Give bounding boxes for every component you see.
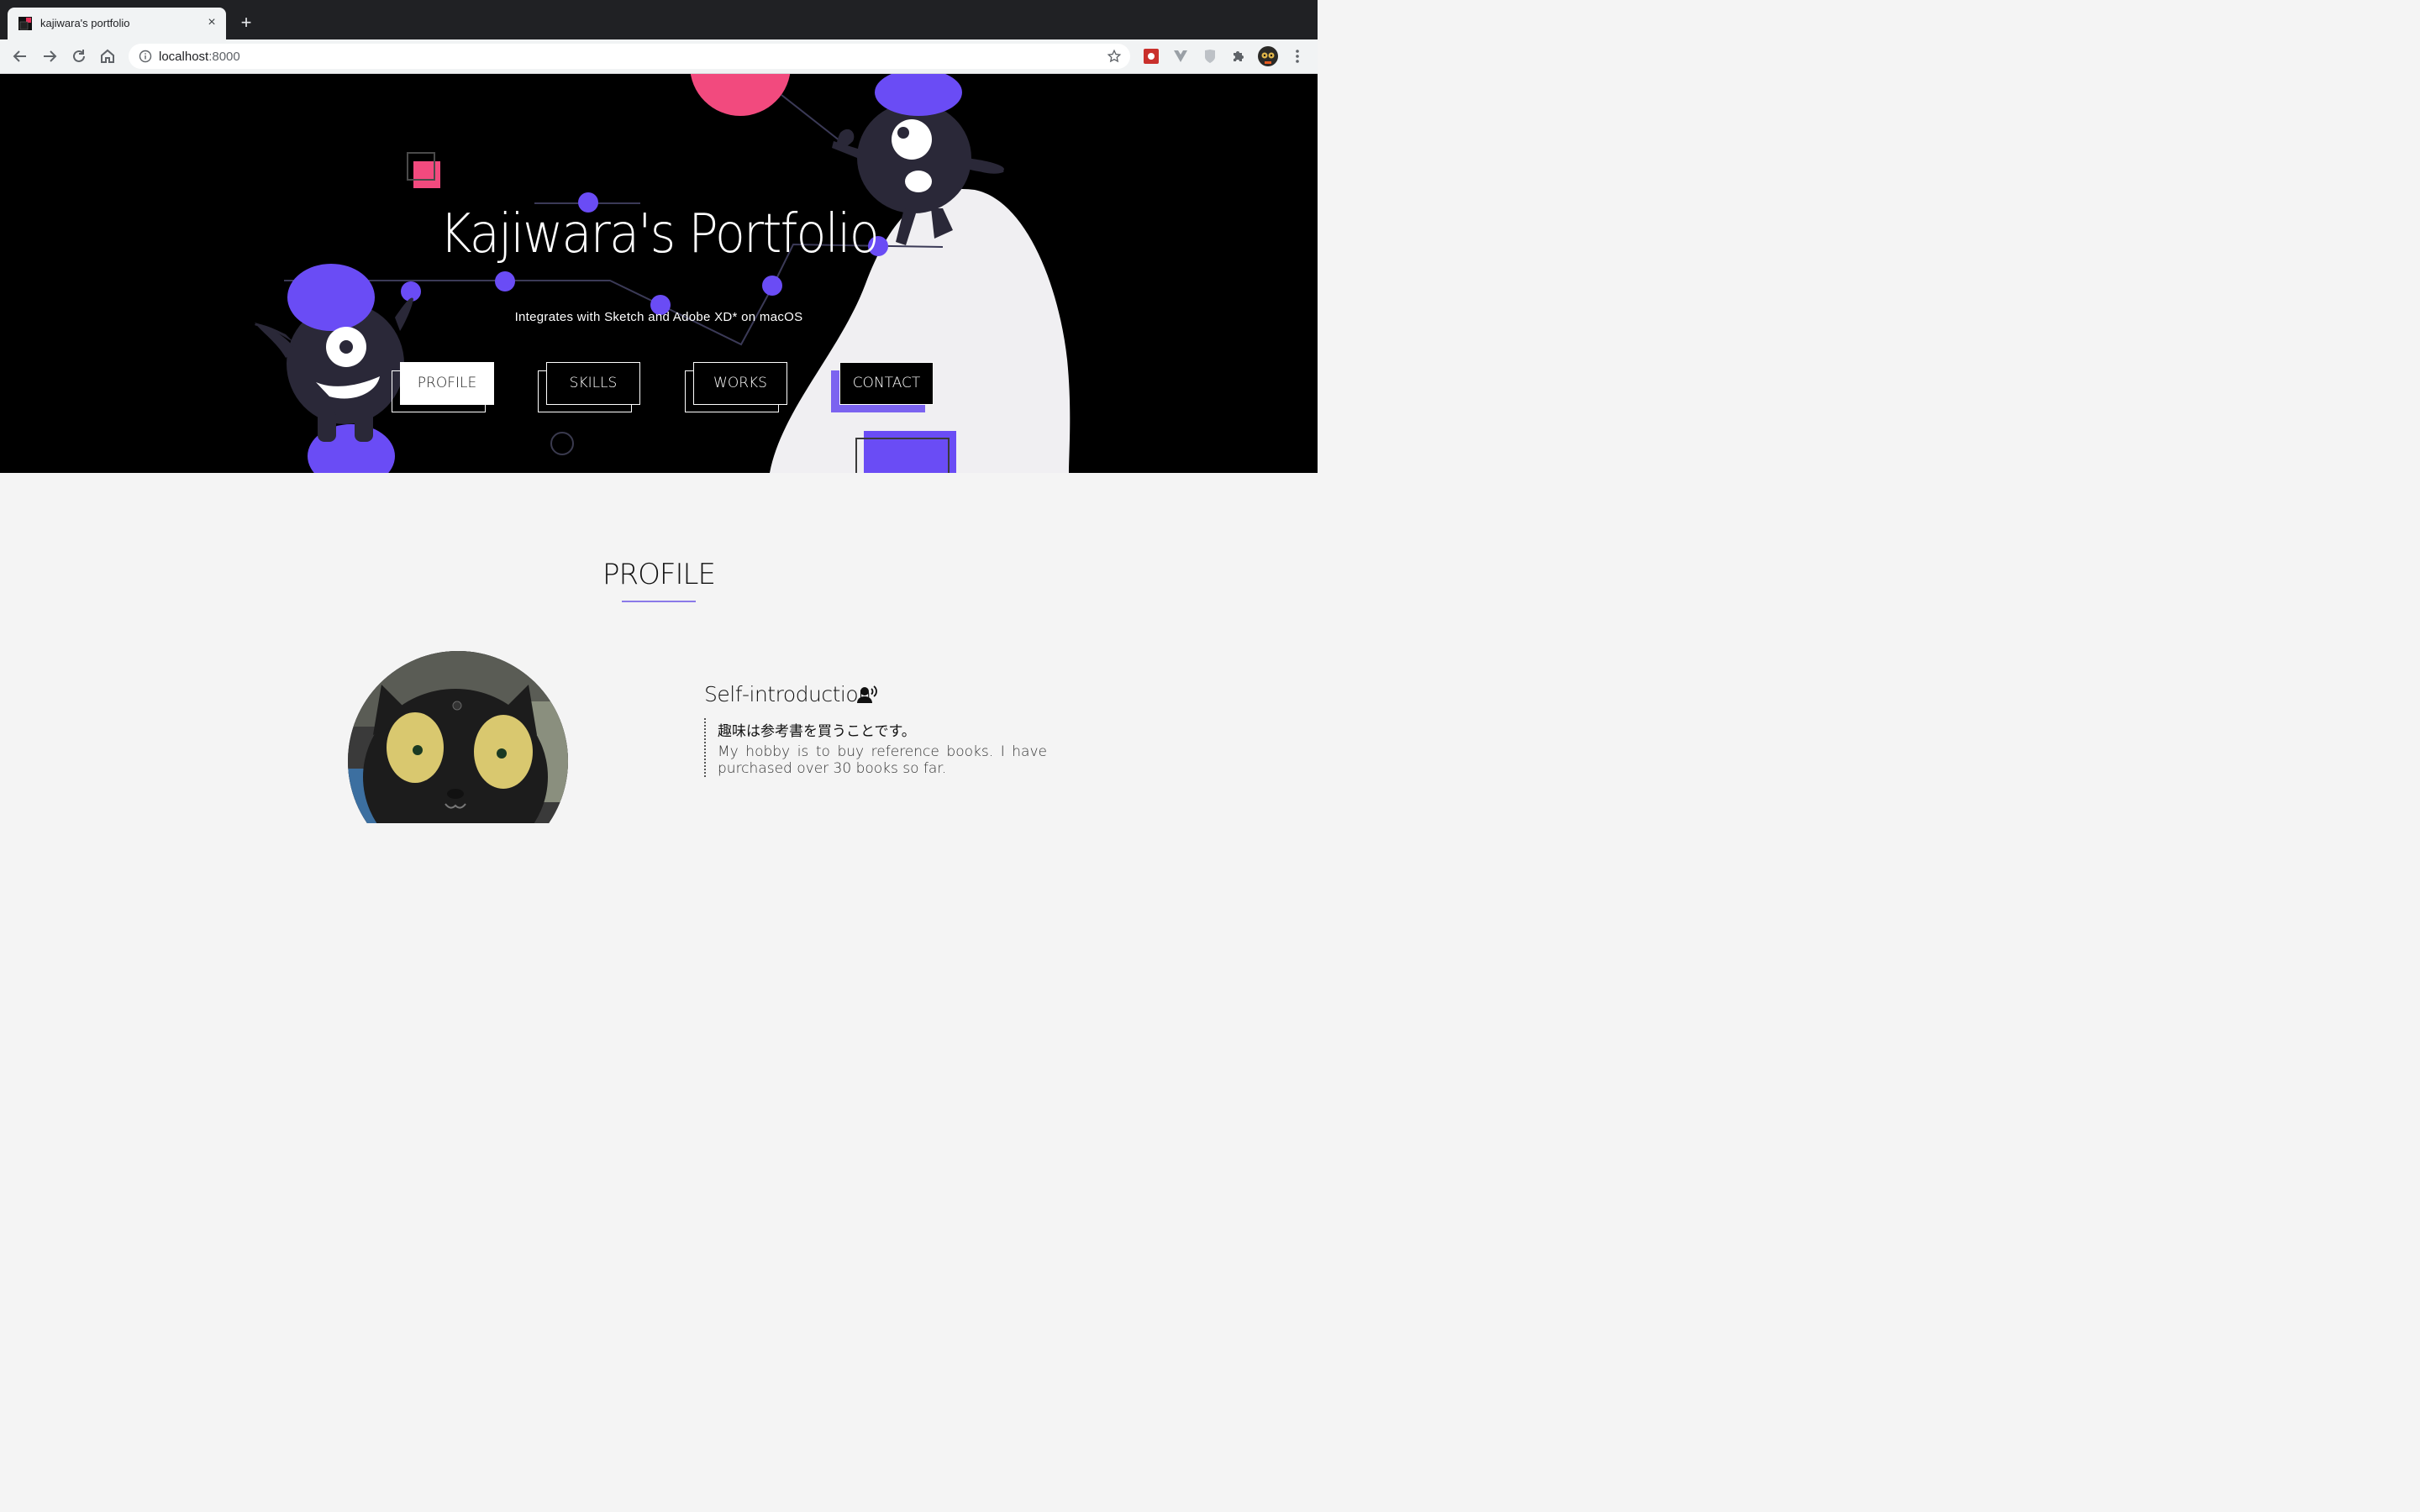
- profile-heading: PROFILE: [602, 558, 716, 591]
- intro-english: My hobby is to buy reference books. I ha…: [718, 743, 1047, 777]
- works-button[interactable]: WORKS: [693, 362, 787, 405]
- left-monster: [255, 264, 413, 473]
- pink-circle-shape: [690, 74, 791, 116]
- intro-japanese: 趣味は参考書を買うことです。: [718, 723, 916, 740]
- cat-figure-image: [348, 651, 568, 823]
- intro-title: Self-introduction: [704, 682, 871, 706]
- skills-button[interactable]: SKILLS: [546, 362, 640, 405]
- profile-button[interactable]: PROFILE: [400, 362, 494, 405]
- contact-button[interactable]: CONTACT: [839, 362, 934, 405]
- browser-toolbar: localhost:8000: [0, 39, 1318, 74]
- hero-illustration: [255, 74, 1071, 473]
- outline-circle-shape: [550, 432, 574, 455]
- shield-extension-icon[interactable]: [1202, 48, 1218, 65]
- url-host: localhost: [159, 50, 209, 64]
- back-icon[interactable]: [10, 46, 30, 66]
- info-icon[interactable]: [139, 50, 152, 63]
- speaking-person-icon: [857, 685, 877, 703]
- url-port: :8000: [208, 50, 240, 64]
- extension-icon[interactable]: [1143, 48, 1160, 65]
- forward-icon[interactable]: [39, 46, 60, 66]
- home-icon[interactable]: [97, 46, 118, 66]
- nav-skills: SKILLS: [538, 362, 642, 414]
- hero-subtitle: Integrates with Sketch and Adobe XD* on …: [514, 310, 803, 324]
- profile-avatar-icon[interactable]: [1258, 46, 1278, 66]
- url-text: localhost:8000: [159, 50, 240, 64]
- hero-section: Kajiwara's Portfolio Integrates with Ske…: [0, 74, 1318, 473]
- star-icon[interactable]: [1107, 49, 1122, 64]
- address-bar[interactable]: localhost:8000: [129, 44, 1130, 69]
- puzzle-icon[interactable]: [1230, 48, 1247, 65]
- browser-tab-bar: kajiwara's portfolio × +: [0, 0, 1318, 39]
- menu-dots-icon[interactable]: [1289, 48, 1306, 65]
- intro-body: 趣味は参考書を買うことです。 My hobby is to buy refere…: [704, 718, 1047, 777]
- tab-title: kajiwara's portfolio: [40, 17, 130, 29]
- nav-contact: CONTACT: [831, 362, 944, 414]
- browser-tab[interactable]: kajiwara's portfolio ×: [8, 8, 226, 39]
- close-tab-icon[interactable]: ×: [204, 15, 219, 30]
- reload-icon[interactable]: [69, 46, 89, 66]
- pink-square-shape: [413, 161, 440, 188]
- new-tab-button[interactable]: +: [237, 13, 255, 32]
- hero-title: Kajiwara's Portfolio: [439, 203, 880, 265]
- favicon-icon: [18, 17, 32, 30]
- nav-works: WORKS: [685, 362, 789, 414]
- vue-devtools-icon[interactable]: [1172, 48, 1189, 65]
- profile-photo: [348, 651, 568, 823]
- nav-profile: PROFILE: [392, 362, 496, 414]
- heading-underline: [622, 601, 696, 602]
